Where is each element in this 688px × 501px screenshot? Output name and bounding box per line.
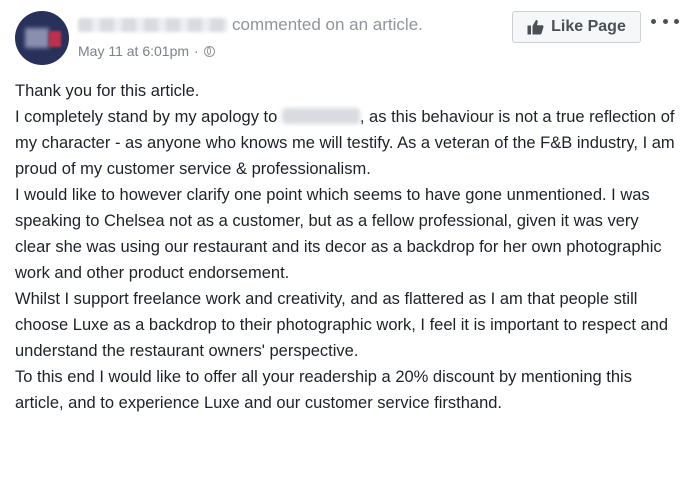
- avatar-redaction-accent: [49, 31, 61, 47]
- more-dot: [651, 18, 656, 24]
- post-text: I completely stand by my apology to: [15, 108, 282, 126]
- post-paragraph: Whilst I support freelance work and crea…: [15, 290, 669, 360]
- header-action-text: commented on an article.: [232, 15, 423, 34]
- more-dot: [674, 18, 679, 24]
- like-page-label: Like Page: [551, 18, 626, 35]
- post-header: commented on an article.: [78, 13, 423, 37]
- like-page-button[interactable]: Like Page: [512, 11, 641, 43]
- post-paragraph: I completely stand by my apology to , as…: [15, 104, 677, 182]
- post-paragraph: Thank you for this article.: [15, 82, 200, 100]
- post-paragraph: I would like to however clarify one poin…: [15, 186, 662, 282]
- more-options-icon[interactable]: [651, 12, 679, 30]
- avatar-redaction: [25, 28, 49, 48]
- redacted-author-name[interactable]: [78, 18, 228, 32]
- meta-separator: ·: [194, 43, 199, 59]
- redacted-name: [281, 108, 360, 124]
- post-meta: May 11 at 6:01pm ·: [78, 41, 215, 61]
- globe-icon[interactable]: [203, 45, 215, 57]
- thumbs-up-icon: [527, 20, 544, 35]
- more-dot: [662, 18, 668, 24]
- post-paragraph: To this end I would like to offer all yo…: [15, 368, 632, 412]
- post-timestamp[interactable]: May 11 at 6:01pm: [78, 43, 189, 59]
- post-body: Thank you for this article. I completely…: [15, 78, 677, 416]
- avatar[interactable]: [15, 11, 69, 65]
